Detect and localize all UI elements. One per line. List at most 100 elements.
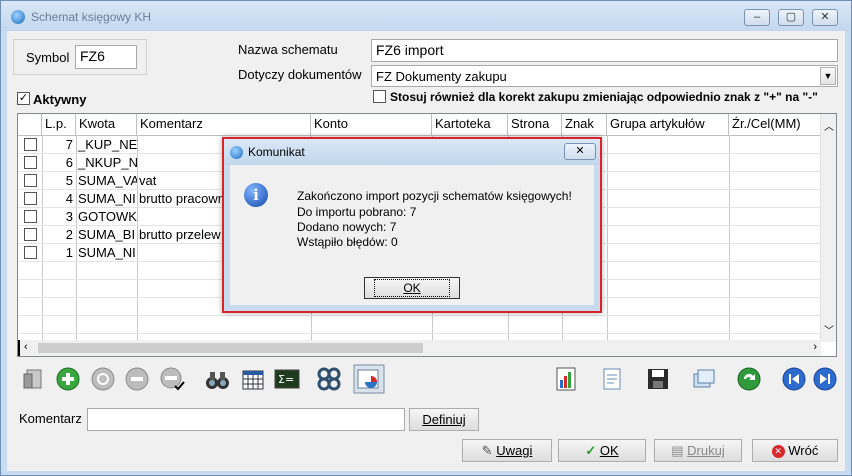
cell-lp: 7	[65, 137, 73, 152]
cell-lp: 5	[65, 173, 73, 188]
row-checkbox[interactable]	[24, 174, 37, 187]
edit-icon[interactable]	[90, 366, 116, 392]
define-button[interactable]: Definiuj	[409, 408, 479, 431]
symbol-label: Symbol	[26, 50, 70, 65]
delete-icon[interactable]	[124, 366, 150, 392]
header-konto[interactable]: Konto	[311, 114, 432, 136]
cell-kwota: SUMA_BI	[78, 227, 136, 242]
active-label: Aktywny	[33, 92, 87, 107]
minimize-button[interactable]: –	[744, 9, 770, 26]
ok-button[interactable]: ✓ OK	[558, 439, 646, 462]
name-field[interactable]: FZ6 import	[371, 39, 838, 62]
cell-lp: 2	[65, 227, 73, 242]
dialog-app-icon	[230, 146, 243, 159]
row-gridline	[18, 315, 821, 316]
document-icon[interactable]	[599, 366, 625, 392]
cell-kwota: GOTOWK	[78, 209, 137, 224]
title-bar[interactable]: Schemat księgowy KH – ▢ ✕	[1, 1, 851, 31]
active-checkbox[interactable]: ✓	[17, 92, 30, 105]
add-icon[interactable]	[55, 366, 81, 392]
app-icon	[11, 10, 25, 24]
dialog-close-button[interactable]: ✕	[564, 143, 596, 160]
first-icon[interactable]	[781, 366, 807, 392]
binoculars-icon[interactable]	[204, 366, 230, 392]
dialog-title-bar[interactable]: Komunikat ✕	[224, 139, 600, 165]
cell-lp: 1	[65, 245, 73, 260]
last-icon[interactable]	[812, 366, 838, 392]
header-grupa[interactable]: Grupa artykułów	[607, 114, 729, 136]
copy-icon[interactable]	[21, 366, 47, 392]
windows-icon[interactable]	[691, 366, 717, 392]
dialog-message-line: Do importu pobrano: 7	[297, 205, 417, 219]
chevron-down-icon[interactable]: ▼	[820, 67, 836, 85]
cell-lp: 4	[65, 191, 73, 206]
horizontal-scrollbar[interactable]: ‹ ›	[18, 340, 821, 356]
calendar-grid-icon[interactable]	[240, 366, 266, 392]
formula-icon[interactable]: Σ=	[274, 366, 300, 392]
row-gridline	[18, 333, 821, 334]
scroll-up-icon[interactable]: ︿	[824, 118, 834, 133]
scroll-left-icon[interactable]: ‹	[24, 341, 28, 353]
cell-kwota: SUMA_VA	[78, 173, 137, 188]
header-lp[interactable]: L.p.	[42, 114, 76, 136]
notes-icon: ✎	[481, 443, 493, 458]
row-checkbox[interactable]	[24, 192, 37, 205]
info-icon: i	[244, 183, 268, 207]
define-button-label: Definiuj	[422, 412, 466, 427]
vertical-scrollbar[interactable]: ︿ ﹀	[820, 114, 836, 342]
symbol-field[interactable]: FZ6	[75, 45, 137, 69]
row-checkbox[interactable]	[24, 138, 37, 151]
row-checkbox[interactable]	[24, 228, 37, 241]
header-strona[interactable]: Strona	[508, 114, 562, 136]
grid-header: L.p. Kwota Komentarz Konto Kartoteka Str…	[18, 114, 821, 136]
dialog-ok-button[interactable]: OK	[364, 277, 460, 299]
remove-check-icon[interactable]	[159, 366, 185, 392]
comment-field[interactable]	[87, 408, 405, 431]
printer-icon: ▤	[671, 443, 684, 458]
back-button-label: Wróć	[788, 443, 819, 458]
dialog-message-line: Wstąpiło błędów: 0	[297, 235, 398, 249]
notes-button[interactable]: ✎ Uwagi	[462, 439, 552, 462]
header-komentarz[interactable]: Komentarz	[137, 114, 311, 136]
close-button[interactable]: ✕	[812, 9, 838, 26]
check-icon: ✓	[585, 443, 597, 458]
back-button[interactable]: ✕ Wróć	[752, 439, 838, 462]
row-checkbox[interactable]	[24, 246, 37, 259]
settings-gears-icon[interactable]	[316, 366, 342, 392]
print-button[interactable]: ▤ Drukuj	[654, 439, 742, 462]
header-selector	[18, 114, 42, 136]
docs-select[interactable]: FZ Dokumenty zakupu ▼	[371, 65, 838, 87]
header-kartoteka[interactable]: Kartoteka	[432, 114, 508, 136]
notes-button-label: Uwagi	[496, 443, 533, 458]
cell-kwota: _KUP_NE	[78, 137, 137, 152]
cell-lp: 3	[65, 209, 73, 224]
cell-kwota: SUMA_NI	[78, 245, 136, 260]
symbol-group: Symbol FZ6	[13, 39, 147, 75]
cancel-icon: ✕	[771, 445, 785, 459]
cell-kwota: SUMA_NI	[78, 191, 136, 206]
header-kwota[interactable]: Kwota	[76, 114, 137, 136]
docs-label: Dotyczy dokumentów	[238, 67, 362, 82]
report-chart-icon[interactable]	[554, 366, 580, 392]
scroll-down-icon[interactable]: ﹀	[824, 322, 834, 337]
ok-button-label: OK	[599, 443, 619, 458]
refresh-icon[interactable]	[736, 366, 762, 392]
save-icon[interactable]	[645, 366, 671, 392]
corrections-checkbox[interactable]	[373, 90, 386, 103]
message-dialog: Komunikat ✕ i Zakończono import pozycji …	[222, 137, 602, 313]
dialog-body: i Zakończono import pozycji schematów ks…	[230, 165, 594, 305]
row-checkbox[interactable]	[24, 210, 37, 223]
corrections-label: Stosuj również dla korekt zakupu zmienia…	[390, 90, 818, 104]
header-znak[interactable]: Znak	[562, 114, 607, 136]
scroll-thumb[interactable]	[38, 343, 423, 353]
dialog-title: Komunikat	[248, 145, 305, 159]
dialog-ok-label: OK	[403, 281, 421, 295]
header-zrodlo[interactable]: Źr./Cel(MM)	[729, 114, 821, 136]
row-checkbox[interactable]	[24, 156, 37, 169]
chart-window-icon[interactable]	[353, 364, 385, 394]
maximize-button[interactable]: ▢	[778, 9, 804, 26]
scroll-right-icon[interactable]: ›	[813, 341, 817, 353]
dialog-message-line: Dodano nowych: 7	[297, 220, 397, 234]
cell-kwota: _NKUP_N	[78, 155, 137, 170]
print-button-label: Drukuj	[687, 443, 725, 458]
